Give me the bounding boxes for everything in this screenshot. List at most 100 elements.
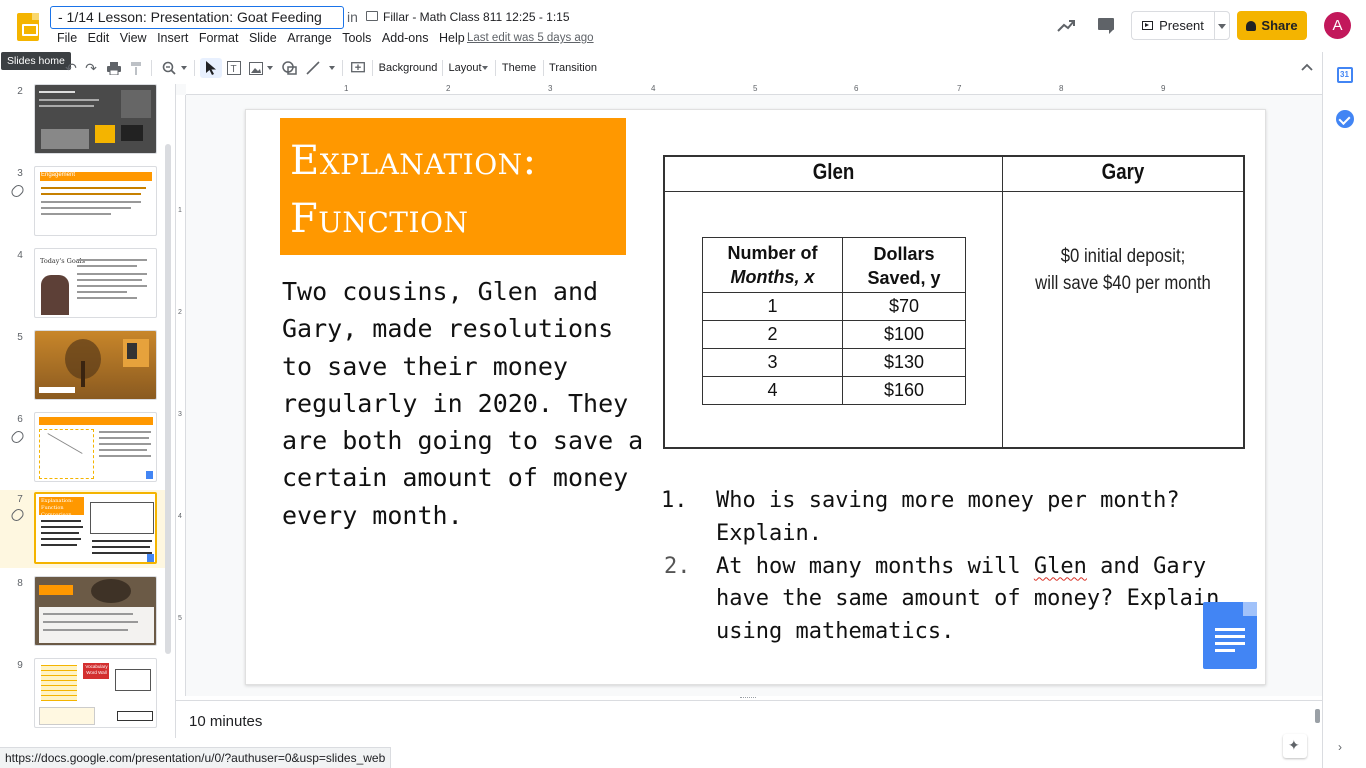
question-item: 1. Who is saving more money per month? E… (661, 485, 1221, 551)
menu-file[interactable]: File (57, 31, 83, 47)
folder-icon[interactable] (366, 11, 378, 21)
months-cell: 3 (702, 348, 843, 377)
filmstrip-slide-active[interactable]: 7 Explanation: Function Comparison (0, 490, 165, 568)
slides-logo-icon[interactable] (17, 13, 39, 41)
slide-thumbnail[interactable] (34, 84, 157, 154)
filmstrip-slide[interactable]: 2 (0, 84, 165, 162)
present-button[interactable]: Present (1131, 11, 1214, 40)
ruler-mark: 3 (178, 411, 182, 418)
ruler-mark: 7 (957, 84, 962, 93)
chevron-right-icon[interactable]: › (1338, 740, 1350, 754)
filmstrip-slide[interactable]: 5 (0, 330, 165, 408)
slide-thumbnail[interactable] (34, 412, 157, 482)
current-slide[interactable]: Explanation: Function Comparison Two cou… (245, 109, 1266, 685)
zoom-dropdown-icon[interactable] (179, 58, 189, 78)
ruler-mark: 4 (178, 513, 182, 520)
print-icon[interactable] (105, 58, 123, 78)
paint-format-icon[interactable] (129, 58, 145, 78)
thumb-title: Vocabulary Word Wall (85, 664, 108, 675)
select-cursor-icon[interactable] (200, 58, 222, 78)
filmstrip-slide[interactable]: 3 Engagement (0, 166, 165, 244)
filmstrip-scrollbar[interactable] (165, 144, 171, 654)
speaker-notes-text[interactable]: 10 minutes (189, 713, 262, 730)
status-bar-url: https://docs.google.com/presentation/u/0… (0, 747, 392, 768)
layout-dropdown-icon[interactable] (481, 58, 489, 78)
slide-thumbnail[interactable] (34, 330, 157, 400)
gary-line-1: $0 initial deposit; (1060, 246, 1186, 267)
theme-button[interactable]: Theme (501, 58, 537, 78)
dollars-cell: $70 (842, 292, 966, 321)
menu-insert[interactable]: Insert (157, 31, 194, 47)
slide-body-text[interactable]: Two cousins, Glen and Gary, made resolut… (282, 273, 652, 534)
undo-icon[interactable]: ↶ (64, 58, 78, 78)
thumb-title: Explanation: Function Comparison (41, 498, 73, 518)
zoom-icon[interactable] (160, 58, 178, 78)
filmstrip-slide[interactable]: 6 (0, 412, 165, 490)
toolbar-divider (151, 60, 152, 76)
slide-thumbnail[interactable] (34, 576, 157, 646)
notes-scrollbar[interactable] (1315, 709, 1320, 723)
slide-thumbnail[interactable]: Today's Goals (34, 248, 157, 318)
layout-button[interactable]: Layout (448, 58, 482, 78)
redo-icon[interactable]: ↷ (83, 58, 99, 78)
table-row: 2 $100 (702, 320, 966, 349)
share-button[interactable]: Share (1237, 11, 1307, 40)
slide-number: 7 (17, 494, 23, 505)
present-dropdown-button[interactable] (1214, 11, 1230, 40)
slide-title-box[interactable]: Explanation: Function Comparison (280, 118, 626, 300)
slide-thumbnail[interactable]: Vocabulary Word Wall (34, 658, 157, 728)
tasks-icon[interactable] (1336, 110, 1354, 128)
comment-history-icon[interactable] (1094, 14, 1118, 38)
last-edit-link[interactable]: Last edit was 5 days ago (467, 32, 594, 44)
toolbar-divider (342, 60, 343, 76)
image-dropdown-icon[interactable] (265, 58, 275, 78)
folder-name-link[interactable]: Fillar - Math Class 811 12:25 - 1:15 (383, 10, 570, 24)
background-button[interactable]: Background (378, 58, 438, 78)
filmstrip-slide[interactable]: 4 Today's Goals (0, 248, 165, 326)
add-comment-icon[interactable] (350, 58, 366, 78)
slide-thumbnail[interactable]: Explanation: Function Comparison (34, 492, 157, 564)
side-panel (1322, 52, 1366, 768)
chevron-up-icon[interactable] (1300, 60, 1314, 74)
share-person-icon (1246, 20, 1257, 31)
shape-icon[interactable] (280, 58, 298, 78)
menu-addons[interactable]: Add-ons (382, 31, 434, 47)
gary-line-2: will save $40 per month (1035, 273, 1211, 294)
menu-arrange[interactable]: Arrange (287, 31, 337, 47)
question-list[interactable]: 1. Who is saving more money per month? E… (661, 485, 1221, 649)
question-item: 2. At how many months will Glen and Gary… (661, 551, 1221, 649)
document-title-input[interactable]: - 1/14 Lesson: Presentation: Goat Feedin… (50, 6, 344, 29)
slide-filmstrip: 2 3 Engagement 4 Today's Goals 5 6 7 Exp… (0, 84, 176, 738)
transition-button[interactable]: Transition (549, 58, 597, 78)
ruler-mark: 3 (548, 84, 553, 93)
explore-icon[interactable] (1283, 734, 1307, 758)
toolbar-divider (442, 60, 443, 76)
activity-dashboard-icon[interactable] (1054, 14, 1078, 38)
horizontal-ruler: 1 2 3 4 5 6 7 8 9 (186, 84, 1322, 95)
account-avatar[interactable]: A (1324, 12, 1351, 39)
google-docs-icon[interactable] (1203, 602, 1257, 669)
calendar-icon[interactable] (1337, 67, 1353, 83)
spellcheck-word[interactable]: Glen (1034, 554, 1087, 579)
menu-edit[interactable]: Edit (88, 31, 115, 47)
filmstrip-slide[interactable]: 8 (0, 576, 165, 654)
months-cell: 2 (702, 320, 843, 349)
months-header-line2: Months, x (730, 267, 815, 287)
image-icon[interactable] (248, 58, 264, 78)
line-icon[interactable] (305, 58, 321, 78)
menu-slide[interactable]: Slide (249, 31, 282, 47)
menu-tools[interactable]: Tools (342, 31, 377, 47)
menu-help[interactable]: Help (439, 31, 470, 47)
filmstrip-slide[interactable]: 9 Vocabulary Word Wall (0, 658, 165, 736)
comparison-table-image[interactable]: Glen Gary $0 initial deposit; will save … (663, 155, 1245, 449)
menu-format[interactable]: Format (199, 31, 244, 47)
ruler-mark: 5 (753, 84, 758, 93)
text-box-icon[interactable]: T (225, 58, 243, 78)
toolbar-divider (372, 60, 373, 76)
slide-thumbnail[interactable]: Engagement (34, 166, 157, 236)
glen-data-table: Number of Months, x Dollars Saved, y 1 $7… (702, 237, 966, 405)
table-divider (665, 191, 1243, 192)
menu-view[interactable]: View (120, 31, 152, 47)
line-dropdown-icon[interactable] (327, 58, 337, 78)
question-number: 2. (664, 553, 691, 579)
